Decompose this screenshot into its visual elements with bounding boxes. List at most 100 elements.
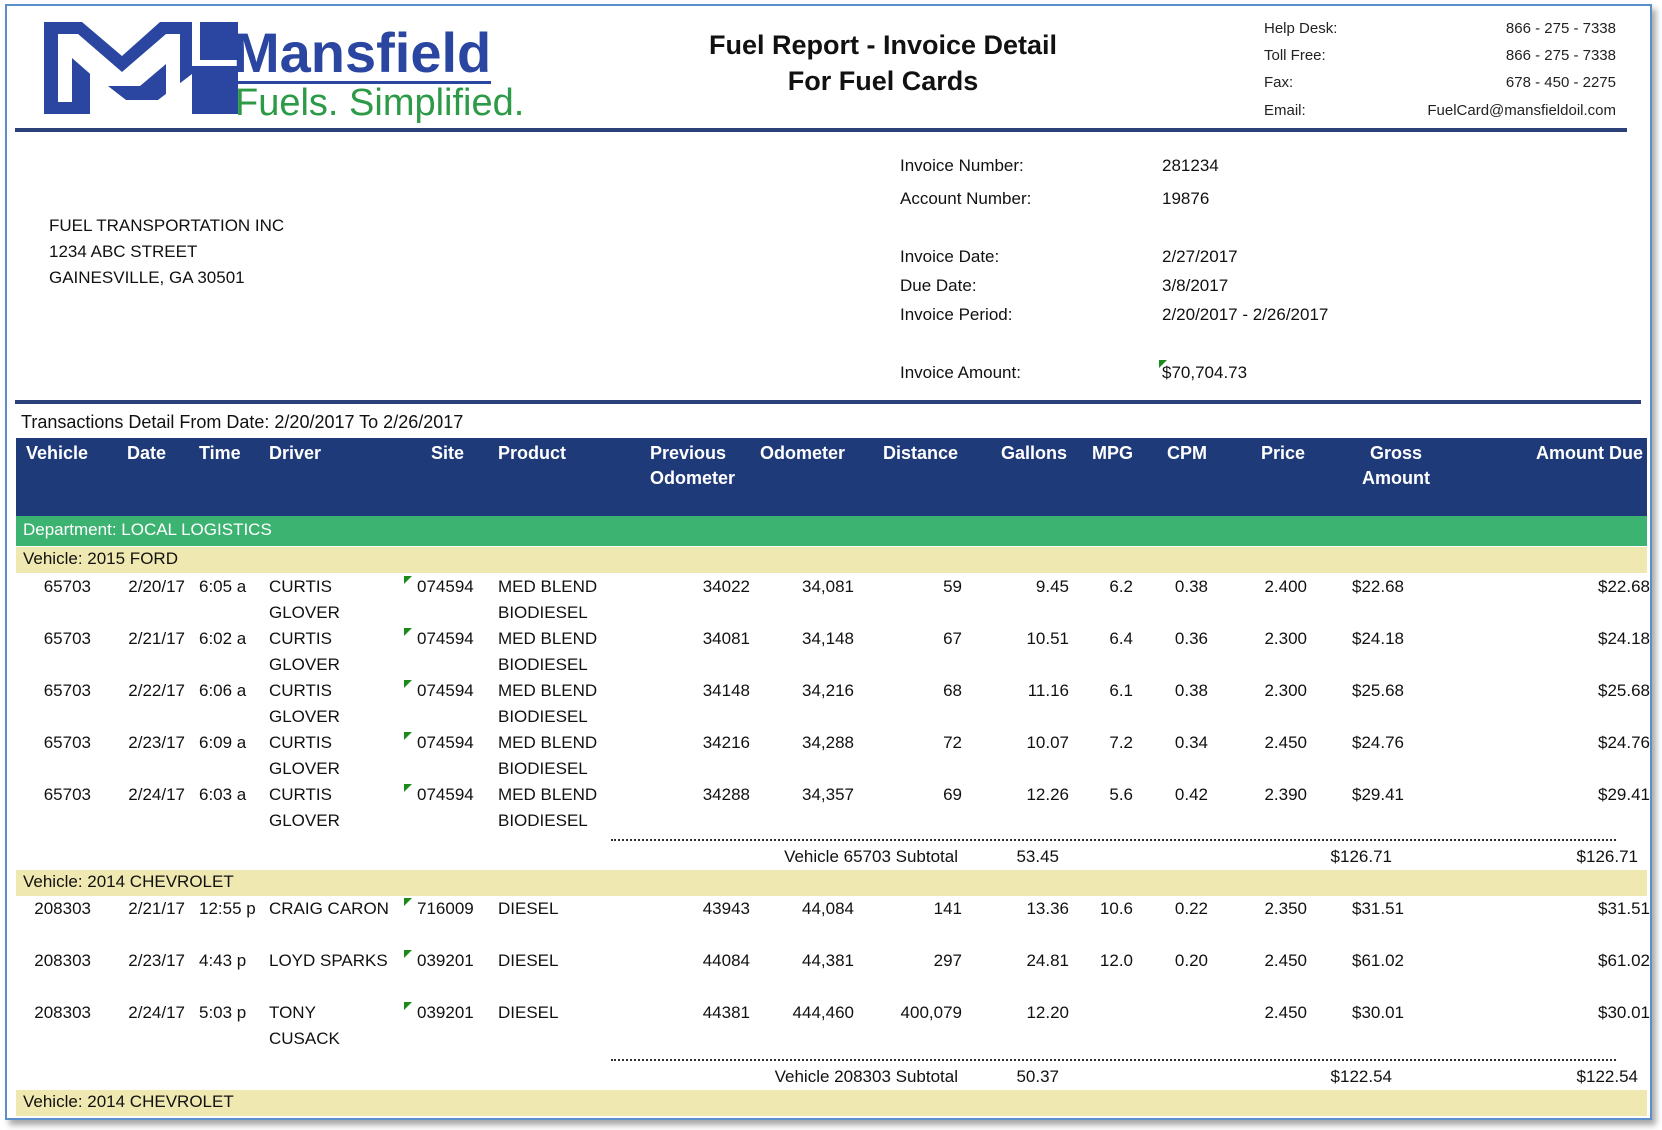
column-header: Driver: [269, 443, 322, 463]
product-cell: DIESEL: [498, 1003, 559, 1022]
column-header: Previous Odometer: [650, 443, 736, 488]
comment-marker-icon: [404, 732, 412, 740]
product-cell: DIESEL: [498, 899, 559, 918]
driver-cell-line2: GLOVER: [269, 655, 340, 674]
comment-marker-icon: [404, 950, 412, 958]
contact-fax-label: Fax:: [1264, 74, 1294, 91]
site-cell: 039201: [417, 1003, 474, 1022]
price-cell: 2.300: [1264, 681, 1307, 700]
driver-cell-line2: GLOVER: [269, 603, 340, 622]
contact-fax-value: 678 - 450 - 2275: [1505, 74, 1616, 91]
invoice-period: 2/20/2017 - 2/26/2017: [1162, 305, 1329, 324]
time-cell: 6:02 a: [199, 629, 247, 648]
subtotal-label: Vehicle 208303 Subtotal: [774, 1067, 958, 1086]
time-cell: 5:03 p: [199, 1003, 247, 1022]
driver-cell: CURTIS: [269, 733, 332, 752]
date-cell: 2/24/17: [128, 1003, 185, 1022]
site-cell: 074594: [417, 577, 474, 596]
invoice-amount-label: Invoice Amount:: [900, 363, 1021, 382]
vehicle-group-header: Vehicle: 2015 FORD: [16, 547, 1647, 573]
vehicle-cell: 208303: [34, 899, 91, 918]
odometer-cell: 34,148: [802, 629, 854, 648]
invoice-number: 281234: [1162, 156, 1219, 175]
site-cell: 039201: [417, 951, 474, 970]
subtotal-amount-due: $122.54: [1576, 1067, 1638, 1086]
report-title: Fuel Report - Invoice Detail: [708, 30, 1058, 60]
date-cell: 2/23/17: [128, 733, 185, 752]
gallons-cell: 10.51: [1026, 629, 1069, 648]
column-header: Date: [127, 443, 167, 463]
driver-cell: TONY: [269, 1003, 316, 1022]
invoice-number-label: Invoice Number:: [900, 156, 1024, 175]
distance-cell: 297: [933, 951, 962, 970]
cpm-cell: 0.34: [1174, 733, 1208, 752]
distance-cell: 68: [943, 681, 962, 700]
subtotal-divider: [611, 839, 1616, 841]
date-cell: 2/24/17: [128, 785, 185, 804]
time-cell: 6:06 a: [199, 681, 247, 700]
vehicle-group-label: Vehicle: 2014 CHEVROLET: [23, 1092, 234, 1111]
driver-cell-line2: GLOVER: [269, 759, 340, 778]
odometer-cell: 444,460: [792, 1003, 854, 1022]
amount-due-cell: $22.68: [1598, 577, 1650, 596]
vehicle-cell: 65703: [43, 733, 91, 752]
amount-due-cell: $24.76: [1598, 733, 1650, 752]
amount-due-cell: $30.01: [1598, 1003, 1650, 1022]
product-cell-line2: BIODIESEL: [498, 655, 588, 674]
due-date: 3/8/2017: [1162, 276, 1229, 295]
brand-name: Mansfield: [233, 21, 492, 84]
distance-cell: 67: [943, 629, 962, 648]
date-cell: 2/23/17: [128, 951, 185, 970]
price-cell: 2.450: [1264, 951, 1307, 970]
account-number: 19876: [1162, 189, 1210, 208]
vehicle-group-label: Vehicle: 2015 FORD: [23, 549, 178, 568]
product-cell: MED BLEND: [498, 577, 598, 596]
time-cell: 6:09 a: [199, 733, 247, 752]
driver-cell: CURTIS: [269, 681, 332, 700]
customer-street: 1234 ABC STREET: [49, 242, 198, 261]
account-number-label: Account Number:: [900, 189, 1032, 208]
contact-email-value: FuelCard@mansfieldoil.com: [1427, 102, 1616, 119]
distance-cell: 72: [943, 733, 962, 752]
subtotal-gallons: 50.37: [1016, 1067, 1059, 1086]
due-date-label: Due Date:: [900, 276, 977, 295]
subtotal-divider: [611, 1059, 1616, 1061]
gallons-cell: 13.36: [1026, 899, 1069, 918]
comment-marker-icon: [404, 680, 412, 688]
comment-marker-icon: [404, 628, 412, 636]
department-bar: Department: LOCAL LOGISTICS: [16, 516, 1647, 546]
price-cell: 2.300: [1264, 629, 1307, 648]
odometer-cell: 44,381: [802, 951, 854, 970]
cpm-cell: 0.36: [1174, 629, 1208, 648]
column-header: Gallons: [1001, 443, 1068, 463]
amount-due-cell: $61.02: [1598, 951, 1650, 970]
odometer-cell: 34,288: [802, 733, 854, 752]
invoice-amount: $70,704.73: [1162, 363, 1248, 382]
invoice-date-label: Invoice Date:: [900, 247, 1000, 266]
driver-cell-line2: CUSACK: [269, 1029, 340, 1048]
column-header: Time: [199, 443, 241, 463]
contact-help-desk-label: Help Desk:: [1264, 20, 1338, 37]
product-cell-line2: BIODIESEL: [498, 759, 588, 778]
previous-odometer-cell: 34148: [702, 681, 750, 700]
gross-amount-cell: $61.02: [1352, 951, 1404, 970]
contact-email-label: Email:: [1264, 102, 1306, 119]
previous-odometer-cell: 34216: [702, 733, 750, 752]
previous-odometer-cell: 44381: [702, 1003, 750, 1022]
price-cell: 2.390: [1264, 785, 1307, 804]
column-header: Gross Amount: [1362, 443, 1430, 488]
column-header: Site: [431, 443, 465, 463]
department-label: Department: LOCAL LOGISTICS: [23, 520, 272, 539]
column-header: Vehicle: [26, 443, 89, 463]
comment-marker-icon: [404, 784, 412, 792]
cpm-cell: 0.22: [1174, 899, 1208, 918]
gallons-cell: 11.16: [1027, 681, 1069, 700]
time-cell: 12:55 p: [199, 899, 256, 918]
driver-cell-line2: GLOVER: [269, 811, 340, 830]
site-cell: 074594: [417, 785, 474, 804]
gallons-cell: 10.07: [1026, 733, 1069, 752]
comment-marker-icon: [404, 576, 412, 584]
mpg-cell: 10.6: [1099, 899, 1133, 918]
mpg-cell: 6.2: [1109, 577, 1133, 596]
mpg-cell: 12.0: [1099, 951, 1133, 970]
